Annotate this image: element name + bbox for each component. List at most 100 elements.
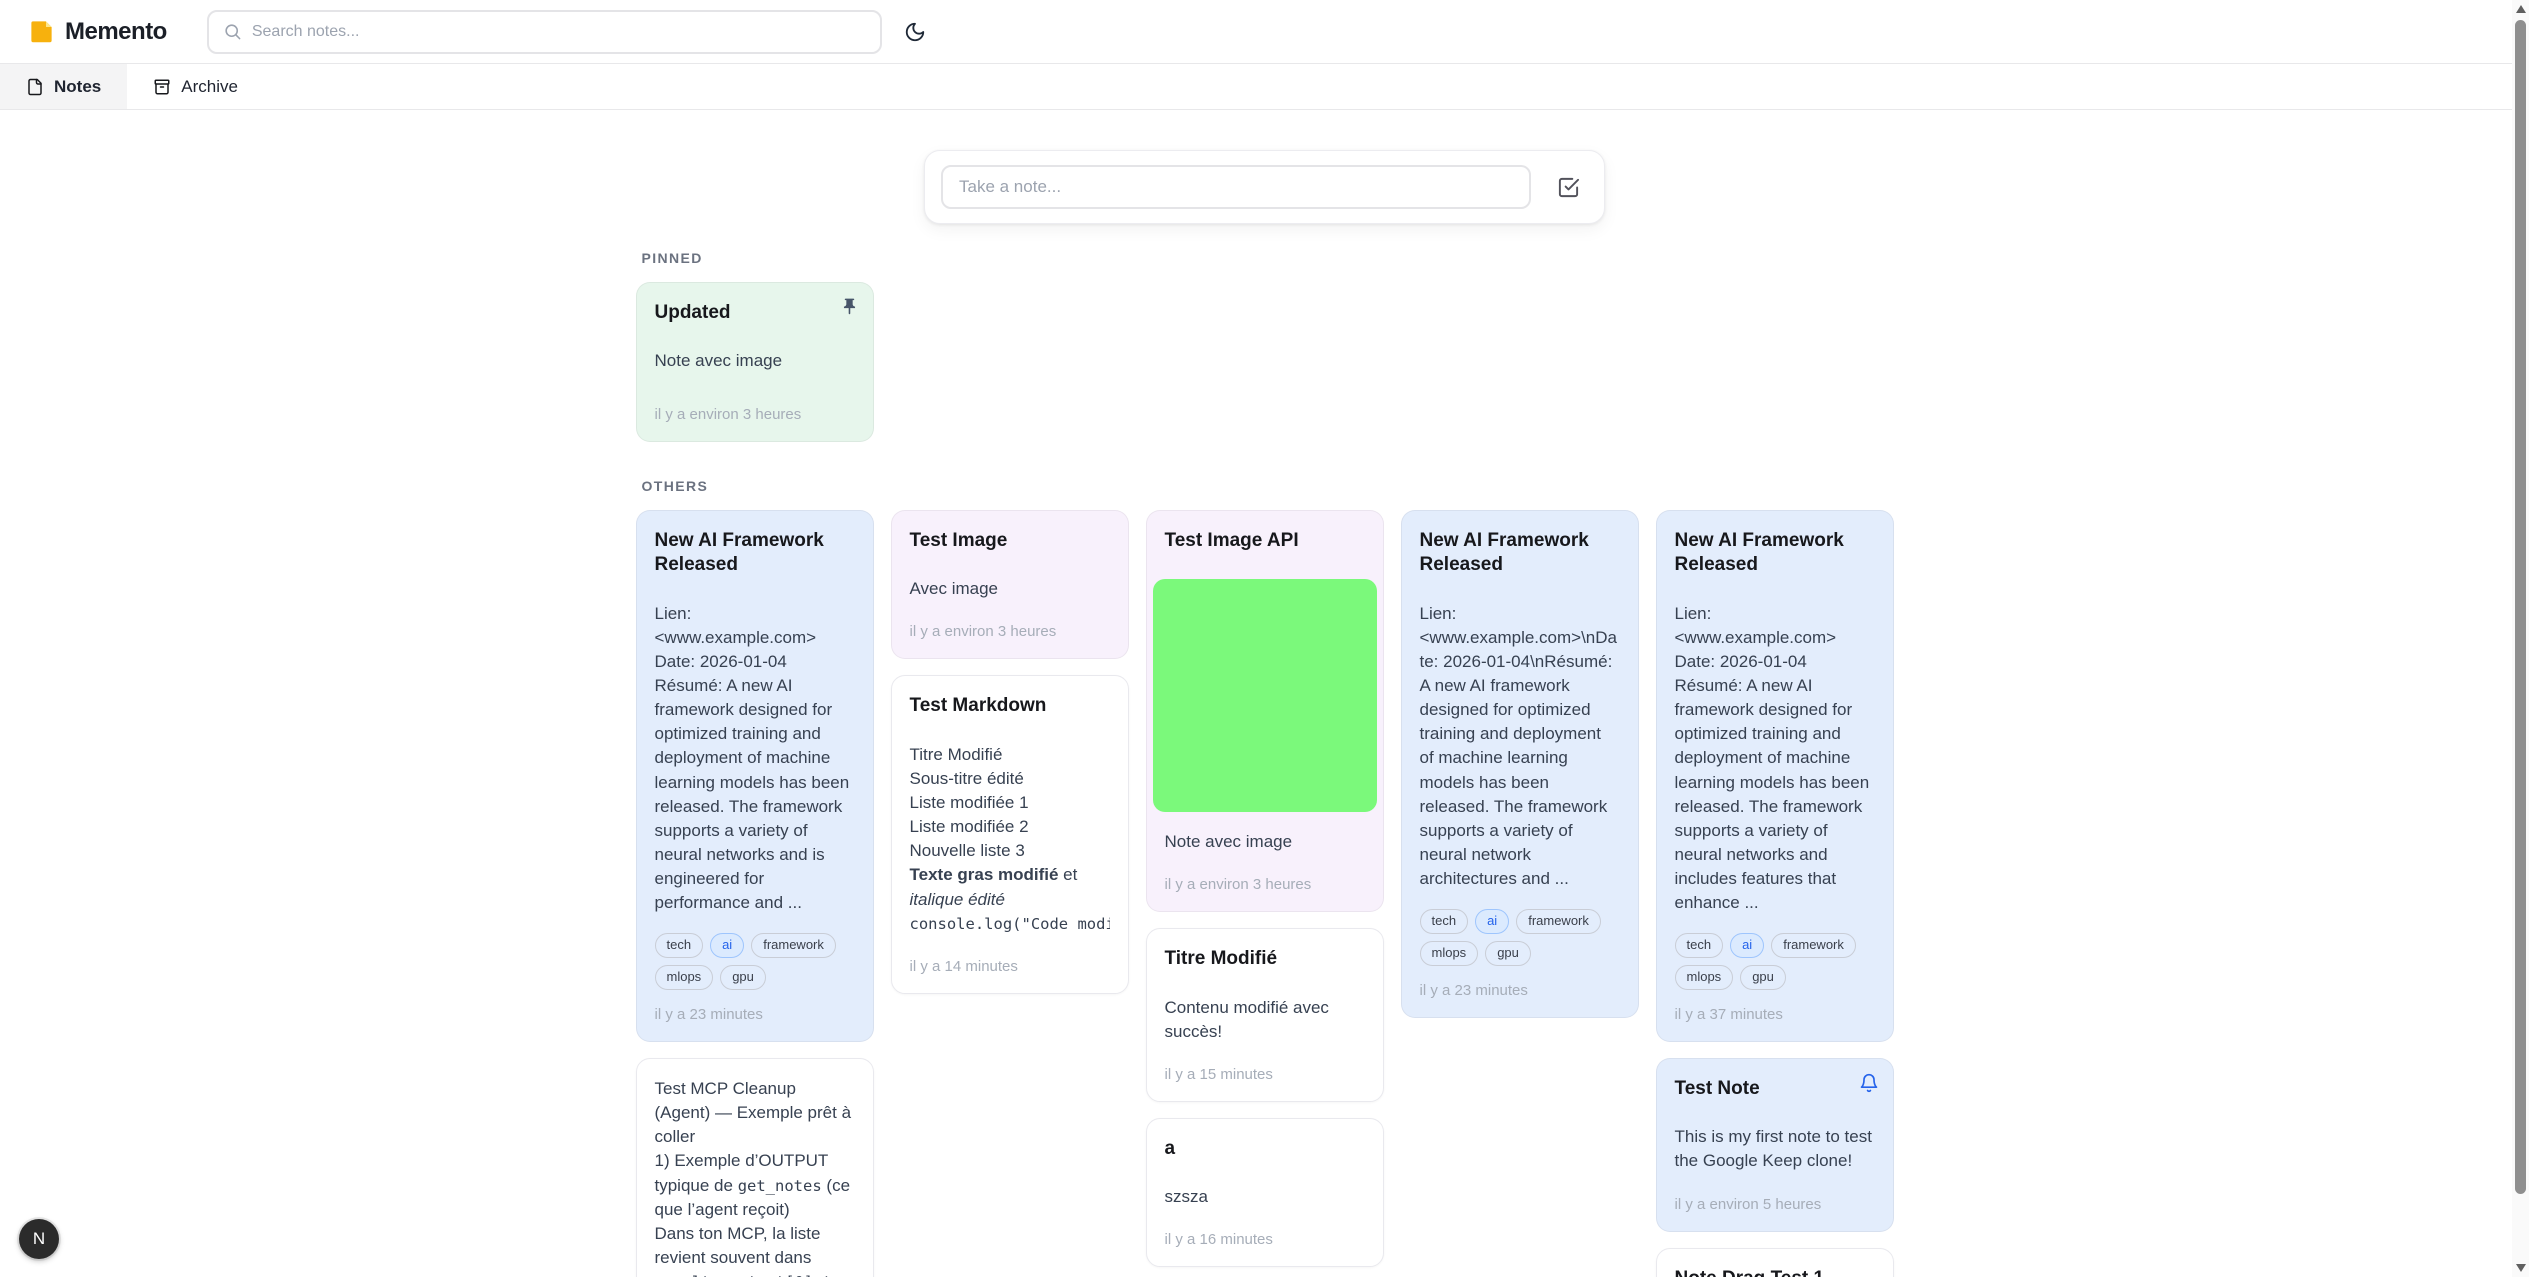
moon-icon [904, 21, 926, 43]
note-timestamp: il y a environ 5 heures [1675, 1196, 1875, 1213]
tag-chip[interactable]: mlops [655, 965, 714, 990]
note-body-line: Note avec image [655, 349, 855, 373]
note-body-line: Avec image [910, 577, 1110, 601]
note-card[interactable]: Titre Modifié Contenu modifié avec succès… [1146, 928, 1384, 1102]
search-icon [223, 22, 242, 41]
note-title: Updated [655, 301, 731, 325]
new-checklist-button[interactable] [1557, 176, 1580, 199]
scrollbar-thumb[interactable] [2515, 20, 2526, 1194]
tag-chip[interactable]: gpu [1485, 941, 1531, 966]
note-body: Lien: <www.example.com>Date: 2026-01-04R… [655, 602, 855, 916]
tab-notes-label: Notes [54, 77, 101, 97]
scrollbar-down-arrow-icon[interactable] [2516, 1264, 2526, 1272]
pinned-notes-grid: Updated Note avec image il y a environ 3 h… [636, 282, 1894, 442]
note-timestamp: il y a 16 minutes [1165, 1231, 1365, 1248]
note-timestamp: il y a 14 minutes [910, 958, 1110, 975]
note-card[interactable]: Note Drag Test 1Content for drag testil … [1656, 1248, 1894, 1277]
note-body: Lien: <www.example.com>\nDate: 2026-01-0… [1420, 602, 1620, 892]
pin-icon[interactable] [840, 297, 859, 321]
tag-chip[interactable]: ai [710, 933, 744, 958]
note-body-line: 1) Exemple d’OUTPUT typique de get_notes… [655, 1149, 855, 1221]
note-tags: techai framework mlopsgpu [655, 933, 855, 990]
note-tags: techai framework mlopsgpu [1420, 909, 1620, 966]
notes-column: Test Image API Note avec image il y a envi… [1146, 510, 1384, 1267]
theme-toggle-button[interactable] [904, 21, 926, 43]
note-card[interactable]: Test Note This is my first note to test t… [1656, 1058, 1894, 1232]
note-card[interactable]: New AI Framework ReleasedLien: <www.exam… [1656, 510, 1894, 1042]
note-body-line: Résumé: A new AI framework designed for … [655, 674, 855, 915]
note-title-row: Test Image [910, 529, 1110, 553]
note-card[interactable]: New AI Framework ReleasedLien: <www.exam… [636, 510, 874, 1042]
search-input[interactable] [252, 23, 866, 41]
tag-chip[interactable]: tech [1420, 909, 1469, 934]
note-title: Test Image API [1165, 529, 1299, 553]
note-body-line: Titre Modifié [910, 743, 1110, 767]
tag-chip[interactable]: tech [655, 933, 704, 958]
bell-icon[interactable] [1859, 1073, 1879, 1098]
tag-chip[interactable]: ai [1475, 909, 1509, 934]
note-body: This is my first note to test the Google… [1675, 1125, 1875, 1173]
tag-chip[interactable]: mlops [1675, 965, 1734, 990]
note-body-line: Liste modifiée 1 [910, 791, 1110, 815]
tab-notes[interactable]: Notes [0, 64, 127, 109]
note-body-line: szsza [1165, 1185, 1365, 1209]
note-card[interactable]: Updated Note avec image il y a environ 3 h… [636, 282, 874, 442]
tag-chip[interactable]: framework [1516, 909, 1601, 934]
note-tags: techai framework mlopsgpu [1675, 933, 1875, 990]
take-a-note-input[interactable] [941, 165, 1531, 209]
note-timestamp: il y a 23 minutes [655, 1006, 855, 1023]
note-title-row: New AI Framework Released [1420, 529, 1620, 578]
note-title: Test Markdown [910, 694, 1047, 718]
note-body: Contenu modifié avec succès! [1165, 996, 1365, 1044]
scrollbar-up-arrow-icon[interactable] [2516, 5, 2526, 13]
tag-chip[interactable]: gpu [1740, 965, 1786, 990]
file-icon [26, 78, 44, 96]
note-title: Titre Modifié [1165, 947, 1278, 971]
note-body-line: console.log("Code modifié avec [910, 912, 1110, 936]
vertical-scrollbar[interactable] [2512, 0, 2529, 1277]
note-timestamp: il y a environ 3 heures [1165, 876, 1365, 893]
note-title: Note Drag Test 1 [1675, 1267, 1825, 1277]
note-body-line: Liste modifiée 2 [910, 815, 1110, 839]
tag-chip[interactable]: gpu [720, 965, 766, 990]
note-timestamp: il y a 15 minutes [1165, 1066, 1365, 1083]
app-title: Memento [65, 18, 167, 46]
tab-bar: Notes Archive [0, 64, 2529, 110]
note-card[interactable]: Test ImageAvec imageil y a environ 3 heu… [891, 510, 1129, 659]
tag-chip[interactable]: ai [1730, 933, 1764, 958]
note-body-line: Contenu modifié avec succès! [1165, 996, 1365, 1044]
note-body-line: Lien: <www.example.com>\nDate: 2026-01-0… [1420, 602, 1620, 892]
note-title-row: Updated [655, 301, 855, 325]
note-card[interactable]: Test Markdown Titre ModifiéSous-titre édi… [891, 675, 1129, 993]
note-body-line: Dans ton MCP, la liste revient souvent d… [655, 1222, 855, 1277]
note-title: Test Note [1675, 1077, 1760, 1101]
pinned-section-label: PINNED [642, 250, 1888, 266]
pinned-column: Updated Note avec image il y a environ 3 h… [636, 282, 874, 442]
tag-chip[interactable]: mlops [1420, 941, 1479, 966]
note-card[interactable]: New AI Framework Released Lien: <www.exam… [1401, 510, 1639, 1018]
note-body: szsza [1165, 1185, 1365, 1209]
note-body: Avec image [910, 577, 1110, 601]
note-body-line: This is my first note to test the Google… [1675, 1125, 1875, 1173]
tag-chip[interactable]: framework [1771, 933, 1856, 958]
note-body-line: Texte gras modifié et italique édité [910, 863, 1110, 911]
note-card[interactable]: Test MCP Cleanup (Agent) — Exemple prêt … [636, 1058, 874, 1277]
nextjs-dev-badge[interactable]: N [19, 1219, 59, 1259]
app-header: Memento [0, 0, 2529, 64]
note-body-line: Sous-titre édité [910, 767, 1110, 791]
note-timestamp: il y a environ 3 heures [655, 406, 855, 423]
note-title-row: Test Note [1675, 1077, 1875, 1101]
note-card[interactable]: a szsza il y a 16 minutes [1146, 1118, 1384, 1267]
note-title: New AI Framework Released [1420, 529, 1620, 578]
note-body: Note avec image [1165, 830, 1365, 854]
note-title-row: a [1165, 1137, 1365, 1161]
archive-icon [153, 78, 171, 96]
note-logo-icon [28, 18, 55, 45]
tab-archive[interactable]: Archive [127, 64, 264, 109]
notes-column: New AI Framework Released Lien: <www.exam… [1401, 510, 1639, 1018]
note-timestamp: il y a 23 minutes [1420, 982, 1620, 999]
note-card[interactable]: Test Image API Note avec image il y a envi… [1146, 510, 1384, 912]
tag-chip[interactable]: framework [751, 933, 836, 958]
tag-chip[interactable]: tech [1675, 933, 1724, 958]
others-notes-grid: New AI Framework Released Lien: <www.exam… [636, 510, 1894, 1277]
